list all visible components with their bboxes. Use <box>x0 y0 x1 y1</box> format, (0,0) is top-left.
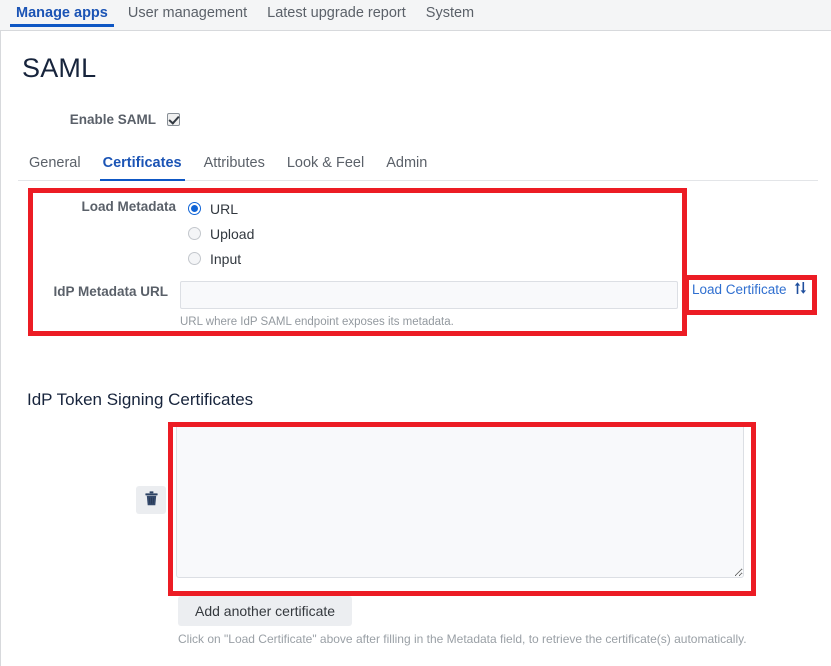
tab-admin[interactable]: Admin <box>375 155 438 180</box>
tab-label: General <box>29 155 81 171</box>
tab-label: Certificates <box>102 155 182 171</box>
radio-input-indicator[interactable] <box>188 252 201 265</box>
certificate-entry-row <box>136 422 744 578</box>
idp-metadata-url-row: IdP Metadata URL URL where IdP SAML endp… <box>38 281 678 328</box>
top-tab-system[interactable]: System <box>416 0 484 30</box>
tab-general[interactable]: General <box>18 155 92 180</box>
top-tab-manage-apps[interactable]: Manage apps <box>6 0 118 30</box>
idp-metadata-url-label: IdP Metadata URL <box>53 284 168 299</box>
top-tab-latest-upgrade-report[interactable]: Latest upgrade report <box>257 0 416 30</box>
radio-option-url[interactable]: URL <box>188 196 678 221</box>
top-tab-label: User management <box>127 5 248 21</box>
saml-sub-tabs: General Certificates Attributes Look & F… <box>18 155 818 181</box>
enable-saml-row: Enable SAML <box>0 112 400 127</box>
top-navigation-bar: Manage apps User management Latest upgra… <box>0 0 831 31</box>
enable-saml-checkbox[interactable] <box>167 113 180 126</box>
certificate-textarea[interactable] <box>176 422 744 578</box>
load-metadata-options: URL Upload Input <box>188 196 678 271</box>
certificates-section-heading: IdP Token Signing Certificates <box>27 390 254 409</box>
load-metadata-label: Load Metadata <box>81 199 176 214</box>
tab-certificates[interactable]: Certificates <box>92 155 193 181</box>
load-metadata-row: Load Metadata URL Upload Input <box>38 196 678 271</box>
idp-metadata-url-help: URL where IdP SAML endpoint exposes its … <box>180 316 454 328</box>
radio-input-label: Input <box>210 250 242 267</box>
top-tab-user-management[interactable]: User management <box>118 0 257 30</box>
radio-option-input[interactable]: Input <box>188 246 678 271</box>
trash-icon <box>144 491 158 509</box>
page-title: SAML <box>22 53 97 83</box>
delete-certificate-button[interactable] <box>136 486 166 514</box>
radio-upload-label: Upload <box>210 225 255 242</box>
radio-upload-indicator[interactable] <box>188 227 201 240</box>
load-certificate-button[interactable]: Load Certificate <box>692 281 807 297</box>
idp-metadata-url-field: URL where IdP SAML endpoint exposes its … <box>180 281 678 328</box>
load-metadata-panel: Load Metadata URL Upload Input IdP Metad… <box>38 196 678 328</box>
tab-label: Attributes <box>203 155 265 171</box>
enable-saml-label: Enable SAML <box>69 112 156 127</box>
certificates-footer-help: Click on "Load Certificate" above after … <box>178 632 747 646</box>
tab-label: Look & Feel <box>286 155 365 171</box>
top-tab-label: System <box>425 5 475 21</box>
idp-metadata-url-input[interactable] <box>180 281 678 309</box>
add-another-certificate-button[interactable]: Add another certificate <box>178 596 353 626</box>
radio-url-indicator[interactable] <box>188 202 201 215</box>
up-down-arrows-icon <box>794 281 807 297</box>
radio-url-label: URL <box>210 200 239 217</box>
load-certificate-label: Load Certificate <box>692 281 787 297</box>
top-tab-label: Latest upgrade report <box>267 5 406 21</box>
tab-attributes[interactable]: Attributes <box>193 155 276 180</box>
top-tab-label: Manage apps <box>16 5 108 21</box>
tab-label: Admin <box>386 155 428 171</box>
tab-look-and-feel[interactable]: Look & Feel <box>276 155 375 180</box>
radio-option-upload[interactable]: Upload <box>188 221 678 246</box>
